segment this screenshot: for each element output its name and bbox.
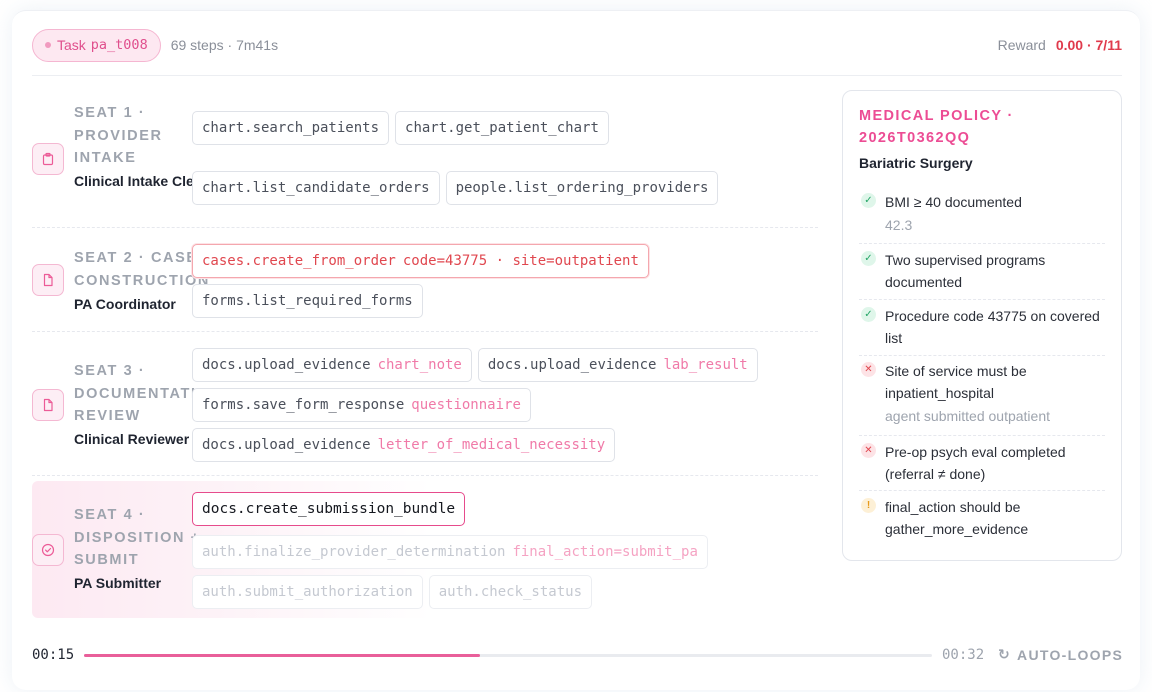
criterion: ✓ BMI ≥ 40 documented 42.3: [859, 191, 1105, 236]
criterion-divider: [859, 490, 1105, 491]
seat-2-tools-row-2: forms.list_required_forms: [192, 284, 752, 318]
check-icon: ✓: [861, 193, 876, 208]
policy-panel: MEDICAL POLICY · 2026T0362QQ Bariatric S…: [842, 90, 1122, 561]
progress-fill: [84, 654, 481, 657]
seat-3-tools-row-2: forms.save_form_response questionnaire: [192, 388, 792, 422]
criterion-text: Pre-op psych eval completed (referral ≠ …: [885, 444, 1066, 482]
tool-chip[interactable]: docs.upload_evidence letter_of_medical_ne…: [192, 428, 616, 462]
tool-chip[interactable]: forms.list_required_forms: [192, 284, 423, 318]
check-circle-icon: [32, 534, 64, 566]
x-icon: ✕: [861, 362, 876, 377]
current-time: 00:15: [32, 647, 75, 663]
tool-chip-pending[interactable]: auth.submit_authorization: [192, 575, 423, 609]
criterion-text: Site of service must be inpatient_hospit…: [885, 363, 1027, 401]
document-icon: [32, 389, 64, 421]
seat-4-tools: docs.create_submission_bundle: [192, 492, 792, 526]
criterion-text: Procedure code 43775 on covered list: [885, 308, 1100, 346]
seat-1-tools: chart.search_patients chart.get_patient_…: [192, 111, 752, 145]
seat-4-tools-row-3: auth.submit_authorization auth.check_sta…: [192, 575, 792, 609]
seat-1-tools-row-2: chart.list_candidate_orders people.list_…: [192, 171, 792, 205]
criterion: ! final_action should be gather_more_evi…: [859, 496, 1105, 540]
task-badge[interactable]: Task pa_t008: [32, 28, 161, 62]
tool-chip-error[interactable]: cases.create_from_order code=43775 · site…: [192, 244, 649, 278]
task-meta: 69 steps · 7m41s: [170, 37, 279, 53]
criterion-text: final_action should be gather_more_evide…: [885, 499, 1029, 537]
seat-4-tools-row-2: auth.finalize_provider_determination fina…: [192, 535, 792, 569]
seat-3-tools: docs.upload_evidence chart_note docs.uplo…: [192, 348, 792, 382]
task-prefix: Task: [57, 37, 86, 53]
header-divider: [32, 75, 1122, 76]
seat-divider: [32, 331, 818, 332]
loop-icon: ↻: [998, 646, 1012, 662]
criterion-text: BMI ≥ 40 documented: [885, 194, 1022, 210]
criterion-divider: [859, 299, 1105, 300]
check-icon: ✓: [861, 251, 876, 266]
progress-track[interactable]: [84, 654, 932, 657]
criterion-note: 42.3: [885, 217, 913, 233]
reward: Reward 0.00 · 7/11: [998, 37, 1122, 53]
seat-2-tools: cases.create_from_order code=43775 · site…: [192, 244, 752, 278]
policy-subtitle: Bariatric Surgery: [859, 155, 973, 171]
criterion-divider: [859, 355, 1105, 356]
x-icon: ✕: [861, 443, 876, 458]
tool-chip[interactable]: forms.save_form_response questionnaire: [192, 388, 531, 422]
tool-chip-active[interactable]: docs.create_submission_bundle: [192, 492, 466, 526]
reward-value: 0.00 · 7/11: [1055, 37, 1122, 53]
status-dot: [45, 42, 51, 48]
loop-label: AUTO-LOOPS: [1017, 646, 1124, 663]
tool-chip[interactable]: docs.upload_evidence chart_note: [192, 348, 472, 382]
tool-chip-pending[interactable]: auth.finalize_provider_determination fina…: [192, 535, 708, 569]
auto-loop-toggle[interactable]: ↻ AUTO-LOOPS: [998, 646, 1123, 663]
tool-chip[interactable]: chart.get_patient_chart: [395, 111, 609, 145]
criterion: ✓ Two supervised programs documented: [859, 249, 1105, 293]
tool-chip[interactable]: docs.upload_evidence lab_result: [477, 348, 758, 382]
criterion-text: Two supervised programs documented: [885, 252, 1046, 290]
criterion: ✓ Procedure code 43775 on covered list: [859, 305, 1105, 349]
policy-title: MEDICAL POLICY · 2026T0362QQ: [859, 108, 1014, 146]
tool-chip[interactable]: people.list_ordering_providers: [445, 171, 719, 205]
criterion-note: agent submitted outpatient: [885, 408, 1051, 424]
exclamation-icon: !: [861, 498, 876, 513]
criterion-divider: [859, 435, 1105, 436]
total-time: 00:32: [942, 647, 985, 663]
tool-chip[interactable]: chart.list_candidate_orders: [192, 171, 440, 205]
seat-divider: [32, 227, 818, 228]
document-icon: [32, 264, 64, 296]
tool-chip-pending[interactable]: auth.check_status: [428, 575, 593, 609]
criterion-divider: [859, 243, 1105, 244]
tool-chip[interactable]: chart.search_patients: [192, 111, 390, 145]
clipboard-icon: [32, 143, 64, 175]
seat-divider: [32, 475, 818, 476]
criterion: ✕ Site of service must be inpatient_hosp…: [859, 360, 1105, 427]
criterion: ✕ Pre-op psych eval completed (referral …: [859, 441, 1105, 485]
task-id: pa_t008: [90, 37, 148, 53]
seat-3-tools-row-3: docs.upload_evidence letter_of_medical_ne…: [192, 428, 792, 462]
check-icon: ✓: [861, 307, 876, 322]
task-header: Task pa_t008 69 steps · 7m41s Reward 0.0…: [32, 28, 1122, 62]
reward-label: Reward: [997, 37, 1046, 53]
